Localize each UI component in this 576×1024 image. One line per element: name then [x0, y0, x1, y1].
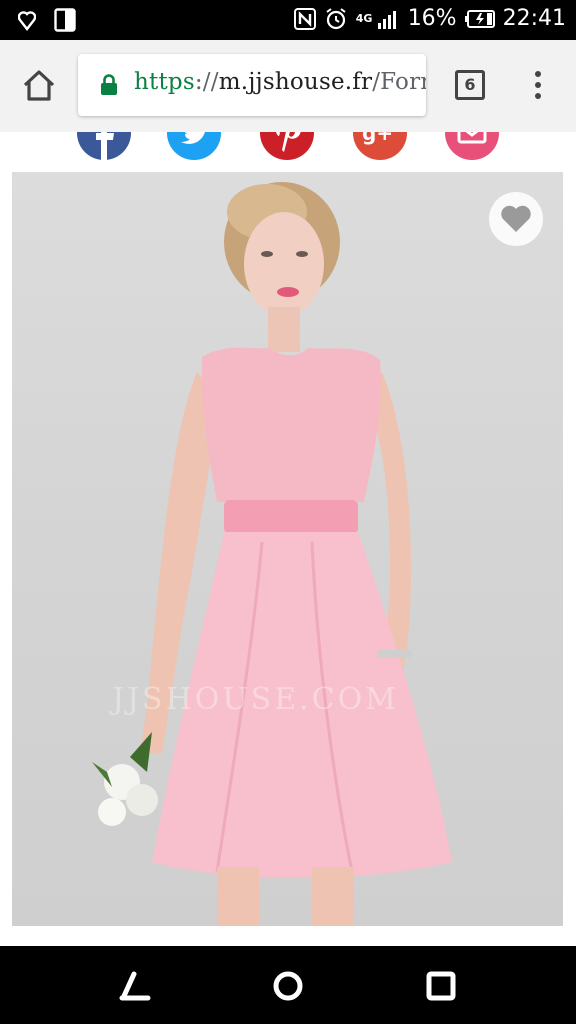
url-host: m.jjshouse.fr: [218, 69, 373, 95]
product-image[interactable]: JJSHOUSE.COM: [12, 172, 563, 926]
google-plus-share-button[interactable]: g+: [353, 132, 407, 160]
model-in-pink-dress-illustration: [92, 182, 452, 926]
status-bar: 4G 16% 22:41: [0, 0, 576, 40]
url-path: /Forr: [372, 69, 426, 95]
home-nav-button[interactable]: [270, 968, 306, 1004]
browser-toolbar: https://m.jjshouse.fr/Forr 6: [0, 40, 576, 132]
tab-switcher-button[interactable]: 6: [455, 70, 485, 100]
recents-icon: [426, 971, 456, 1001]
home-button[interactable]: [20, 66, 58, 104]
alarm-icon: [324, 7, 348, 31]
nfc-icon: [293, 7, 316, 30]
home-icon: [23, 70, 55, 101]
url-separator: ://: [194, 69, 219, 95]
recents-button[interactable]: [423, 968, 459, 1004]
heart-icon: [501, 205, 531, 232]
url-scheme: https: [134, 69, 195, 95]
back-icon: [119, 971, 151, 1001]
network-type-label: 4G: [355, 12, 373, 25]
pinterest-share-button[interactable]: [260, 132, 314, 160]
url-text: https://m.jjshouse.fr/Forr: [134, 69, 426, 95]
lock-icon: [100, 74, 118, 100]
notification-heart-icon: [18, 9, 36, 31]
twitter-share-button[interactable]: [167, 132, 221, 160]
pinterest-icon: [276, 132, 301, 152]
facebook-icon: [96, 132, 114, 160]
twitter-icon: [181, 132, 205, 144]
url-bar[interactable]: https://m.jjshouse.fr/Forr: [78, 54, 426, 116]
facebook-share-button[interactable]: [77, 132, 131, 160]
wishlist-button[interactable]: [489, 192, 543, 246]
system-navigation-bar: [0, 946, 576, 1024]
share-buttons-row: g+: [0, 132, 576, 162]
overflow-menu-icon[interactable]: [528, 68, 548, 104]
google-plus-icon: g+: [362, 132, 393, 145]
email-icon: [457, 132, 487, 144]
signal-icon: [377, 9, 400, 29]
page-content: g+ JJSHOUSE.COM: [0, 132, 576, 946]
svg-text:g+: g+: [362, 132, 393, 145]
home-circle-icon: [273, 971, 303, 1001]
clock: 22:41: [502, 6, 566, 31]
battery-percent: 16%: [407, 6, 457, 31]
watermark: JJSHOUSE.COM: [112, 682, 399, 717]
email-share-button[interactable]: [445, 132, 499, 160]
dual-sim-icon: [54, 8, 76, 32]
back-button[interactable]: [118, 968, 154, 1004]
battery-charging-icon: [464, 9, 495, 28]
